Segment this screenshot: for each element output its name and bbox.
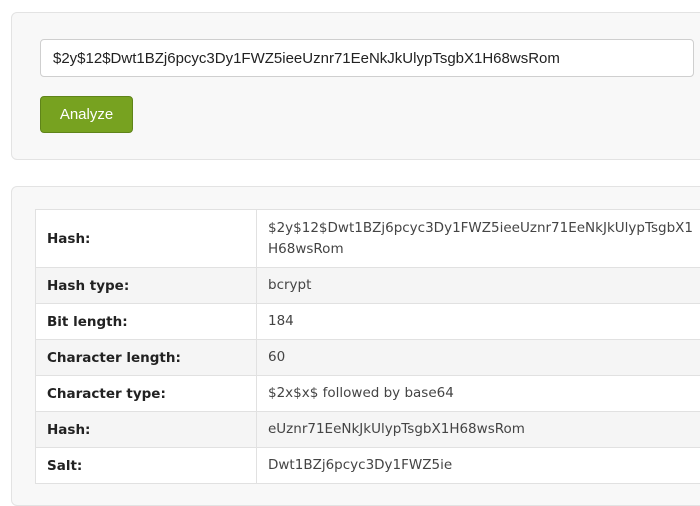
row-label: Character type: [36,376,257,412]
row-value: 184 [257,304,700,340]
row-value: eUznr71EeNkJkUlypTsgbX1H68wsRom [257,412,700,448]
row-value: $2y$12$Dwt1BZj6pcyc3Dy1FWZ5ieeUznr71EeNk… [257,210,700,268]
table-row: Bit length: 184 [36,304,700,340]
table-row: Hash: eUznr71EeNkJkUlypTsgbX1H68wsRom [36,412,700,448]
row-value: 60 [257,340,700,376]
row-label: Salt: [36,448,257,484]
table-row: Salt: Dwt1BZj6pcyc3Dy1FWZ5ie [36,448,700,484]
row-label: Hash type: [36,268,257,304]
analyze-button[interactable]: Analyze [40,96,133,133]
row-value: Dwt1BZj6pcyc3Dy1FWZ5ie [257,448,700,484]
hash-input-panel: Analyze [11,12,700,160]
table-row: Character type: $2x$x$ followed by base6… [36,376,700,412]
table-row: Hash: $2y$12$Dwt1BZj6pcyc3Dy1FWZ5ieeUznr… [36,210,700,268]
row-label: Bit length: [36,304,257,340]
row-label: Hash: [36,210,257,268]
row-label: Character length: [36,340,257,376]
table-row: Character length: 60 [36,340,700,376]
row-value: bcrypt [257,268,700,304]
results-panel: Hash: $2y$12$Dwt1BZj6pcyc3Dy1FWZ5ieeUznr… [11,186,700,506]
row-value: $2x$x$ followed by base64 [257,376,700,412]
row-label: Hash: [36,412,257,448]
table-row: Hash type: bcrypt [36,268,700,304]
results-table: Hash: $2y$12$Dwt1BZj6pcyc3Dy1FWZ5ieeUznr… [35,209,700,484]
hash-input[interactable] [40,39,694,77]
